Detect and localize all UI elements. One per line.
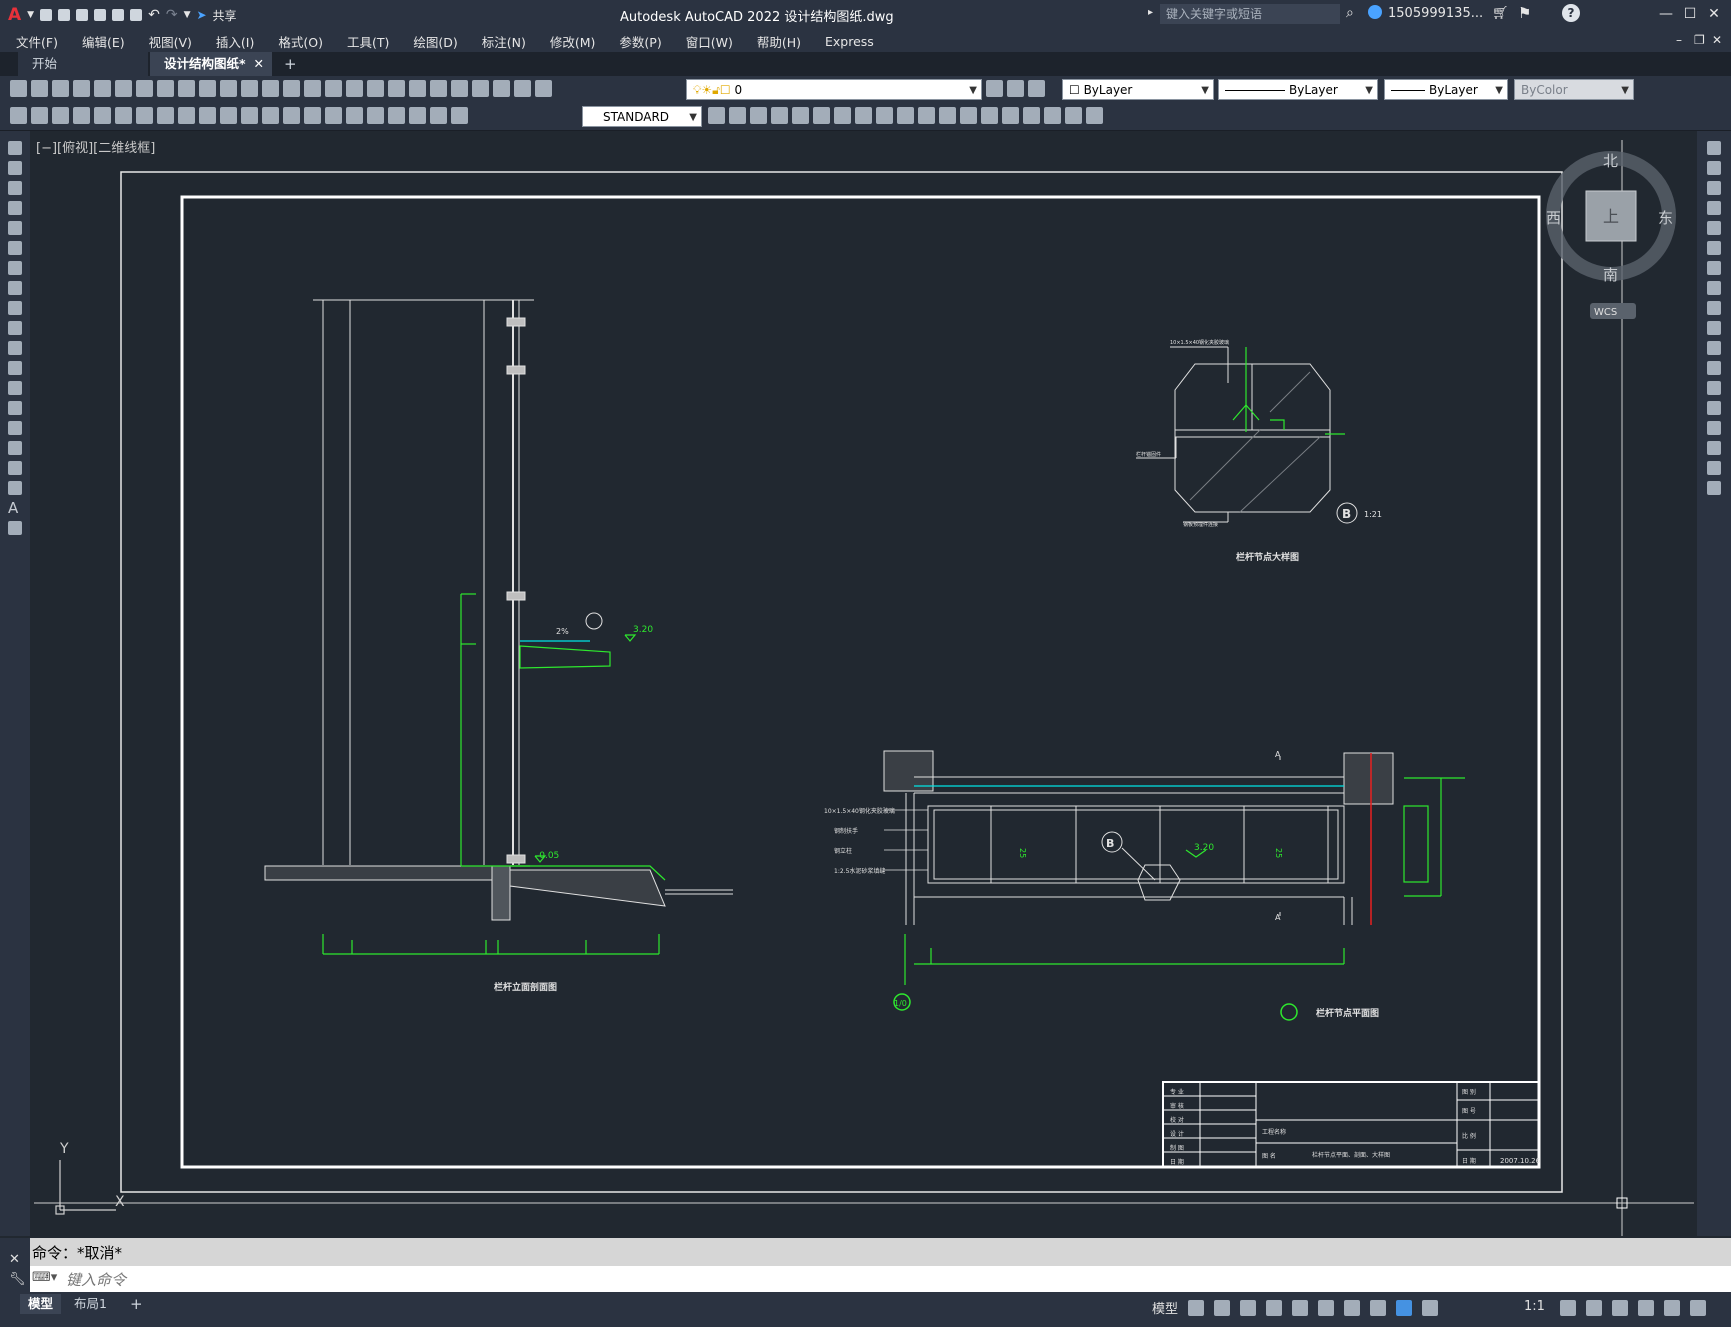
add-layout-button[interactable]: + (122, 1294, 151, 1314)
command-line-handle[interactable]: ✕ 🔧︎ (0, 1238, 30, 1292)
command-close-icon[interactable]: ✕ (9, 1252, 20, 1267)
tb-row-5: 制 图 (1170, 1144, 1184, 1152)
viewcube-north[interactable]: 北 (1603, 152, 1618, 170)
ucs-icon (55, 1160, 116, 1215)
tb-right-row-1: 图 别 (1462, 1088, 1476, 1096)
elev-320-label: 3.20 (633, 625, 653, 635)
viewcube-south[interactable]: 南 (1603, 266, 1618, 284)
tb-date: 2007.10.26 (1500, 1157, 1541, 1165)
tb-row-3: 校 对 (1170, 1116, 1184, 1124)
section-view (264, 299, 733, 921)
detail-mark: B (1342, 507, 1351, 521)
tb-right-row-3: 比 例 (1462, 1132, 1476, 1140)
command-input[interactable]: ⌨︎▾ 键入命令 (30, 1266, 1731, 1292)
viewcube-top-label[interactable]: 上 (1603, 207, 1619, 226)
tab-layout1[interactable]: 布局1 (66, 1294, 115, 1314)
tb-drawing-name: 栏杆节点平面、剖面、大样图 (1312, 1151, 1390, 1159)
tb-right-row-4: 日 期 (1462, 1157, 1476, 1165)
plan-mark: B (1106, 837, 1114, 850)
command-customize-icon[interactable]: 🔧︎ (9, 1272, 26, 1287)
tb-row-1: 专 业 (1170, 1088, 1184, 1096)
section-cut-a1: A (1275, 750, 1281, 759)
plan-note-2: 钢制扶手 (834, 827, 858, 835)
elev-minus005-label: -0.05 (536, 851, 559, 861)
detail-note-5: 栏杆锚固件 (1136, 451, 1161, 458)
status-toggle-icons (1188, 1300, 1438, 1316)
customize-status-icon[interactable] (1690, 1300, 1706, 1316)
section-callout-marker (585, 612, 603, 630)
ucs-x-label: X (115, 1194, 125, 1210)
units-icon[interactable] (1612, 1300, 1628, 1316)
plan-title-marker (1280, 1003, 1298, 1021)
isodraft-icon[interactable] (1292, 1300, 1308, 1316)
polar-icon[interactable] (1266, 1300, 1282, 1316)
dim-25b: 25 (1274, 848, 1283, 858)
tb-row-4: 设 计 (1170, 1130, 1184, 1138)
command-input-placeholder: 键入命令 (66, 1271, 127, 1289)
slope-label: 2% (556, 627, 569, 636)
clean-screen-icon[interactable] (1664, 1300, 1680, 1316)
viewcube-east[interactable]: 东 (1658, 209, 1673, 227)
tb-drawing-label: 图 名 (1262, 1152, 1276, 1160)
section-cut-a2: A (1275, 913, 1281, 922)
annotation-scale[interactable]: 1:1 (1524, 1299, 1545, 1314)
plan-green-annotations (904, 777, 1465, 985)
status-bar: 模型 布局1 + 模型 1:1 (0, 1292, 1731, 1327)
plan-title: 栏杆节点平面图 (1316, 1007, 1379, 1019)
workspace-gear-icon[interactable] (1560, 1300, 1576, 1316)
tab-model[interactable]: 模型 (20, 1294, 62, 1314)
grid-icon[interactable] (1188, 1300, 1204, 1316)
osnap-icon[interactable] (1344, 1300, 1360, 1316)
plan-note-3: 钢立柱 (834, 847, 852, 855)
annotation-monitor-icon[interactable] (1586, 1300, 1602, 1316)
hardware-acceleration-icon[interactable] (1638, 1300, 1654, 1316)
detail-green-annotations (1232, 347, 1345, 435)
tb-row-6: 日 期 (1170, 1158, 1184, 1166)
detail-sheet-ref: 1:21 (1364, 510, 1382, 519)
plan-note-1: 10×1.5×40钢化夹胶玻璃 (824, 807, 895, 815)
snap-icon[interactable] (1214, 1300, 1230, 1316)
plan-note-4: 1:2.5水泥砂浆填缝 (834, 867, 885, 875)
plan-view (883, 750, 1394, 925)
tb-project-label: 工程名称 (1262, 1128, 1286, 1136)
elev-320b-label: 3.20 (1194, 843, 1214, 853)
ucs-y-label: Y (59, 1141, 69, 1157)
object-tracking-icon[interactable] (1318, 1300, 1334, 1316)
model-space-toggle[interactable]: 模型 (1152, 1298, 1178, 1317)
command-prompt-icon[interactable]: ⌨︎▾ (32, 1270, 57, 1285)
detail-title: 栏杆节点大样图 (1236, 551, 1299, 563)
tb-row-2: 审 核 (1170, 1102, 1184, 1110)
drawing-svg: 3.20 -0.05 2% 栏杆立面剖面图 B 1:21 10×1.5×40钢化… (34, 140, 1694, 1236)
command-history: 命令：*取消* (30, 1238, 1731, 1266)
axis-mark-label: 1/0 (894, 999, 907, 1008)
ortho-icon[interactable] (1240, 1300, 1256, 1316)
dim-25a: 25 (1018, 848, 1027, 858)
sheet-inner-border (180, 195, 1541, 1169)
detail-note-1: 10×1.5×40钢化夹胶玻璃 (1170, 339, 1229, 346)
detail-note-7: 钢板预埋件连接 (1183, 521, 1218, 528)
lineweight-icon[interactable] (1370, 1300, 1386, 1316)
command-history-text: 命令：*取消* (32, 1244, 123, 1262)
annotation-visibility-icon[interactable] (1396, 1300, 1412, 1316)
viewcube-west[interactable]: 西 (1546, 209, 1561, 227)
sheet-outer-border (120, 171, 1563, 1193)
annotation-autoscale-icon[interactable] (1422, 1300, 1438, 1316)
wcs-label[interactable]: WCS (1594, 307, 1617, 318)
status-right-icons (1560, 1300, 1706, 1316)
section-title: 栏杆立面剖面图 (494, 981, 557, 993)
tb-right-row-2: 图 号 (1462, 1108, 1476, 1115)
